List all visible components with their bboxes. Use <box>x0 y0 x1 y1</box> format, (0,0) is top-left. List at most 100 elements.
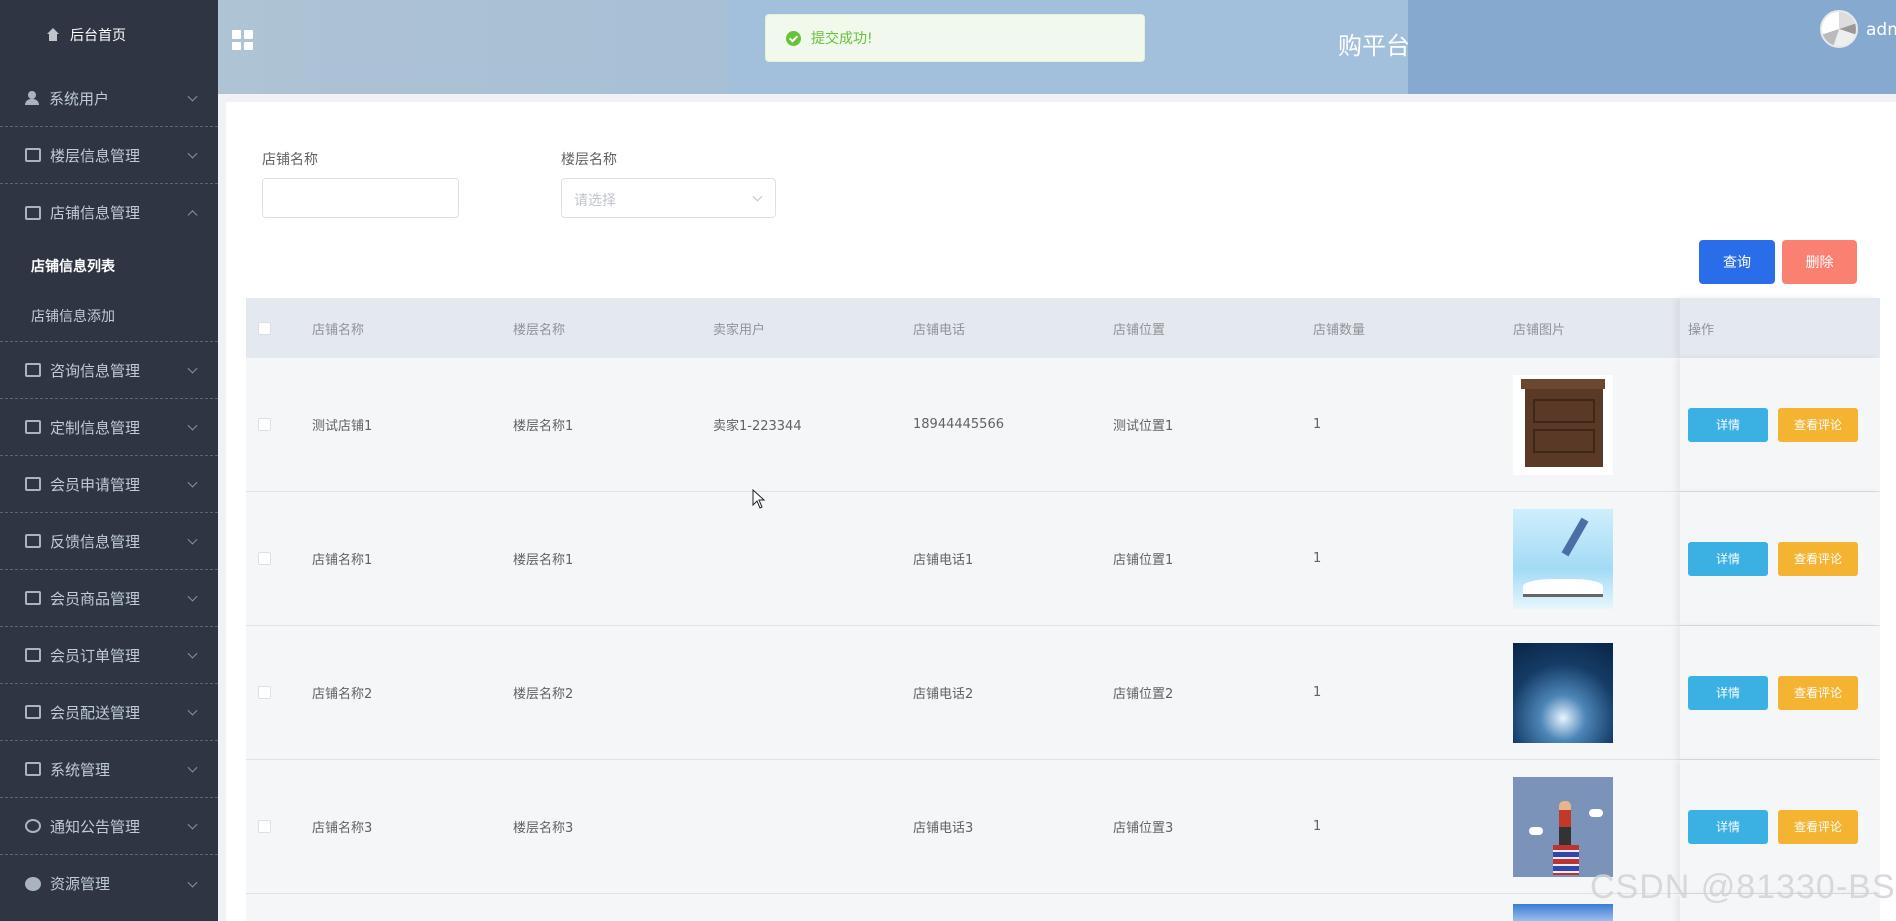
sidebar-item-floor[interactable]: 楼层信息管理 <box>0 127 218 184</box>
row-checkbox[interactable] <box>258 418 271 431</box>
sidebar-home-label: 后台首页 <box>70 28 126 44</box>
sidebar-item-label: 店铺信息管理 <box>50 204 141 222</box>
sidebar-item-label: 定制信息管理 <box>50 418 141 437</box>
row-checkbox[interactable] <box>258 686 271 699</box>
cell-count: 1 <box>1313 417 1322 432</box>
chevron-down-icon <box>187 420 198 431</box>
cell-count: 1 <box>1313 685 1322 700</box>
table-header: 店铺名称 楼层名称 卖家用户 店铺电话 店铺位置 店铺数量 店铺图片 操作 <box>246 298 1880 358</box>
sidebar-item-label: 系统管理 <box>50 760 111 779</box>
shop-image-lightbulb[interactable] <box>1513 642 1613 743</box>
cell-shop-name: 店铺名称2 <box>312 687 373 702</box>
column-header: 店铺数量 <box>1313 322 1366 338</box>
chevron-down-icon <box>187 591 198 602</box>
sidebar-item-resources[interactable]: 资源管理 <box>0 855 218 912</box>
document-icon <box>25 591 41 605</box>
chevron-down-icon <box>187 477 198 488</box>
row-checkbox[interactable] <box>258 820 271 833</box>
cell-phone: 店铺电话2 <box>913 687 974 702</box>
sidebar: 后台首页 系统用户 楼层信息管理 店铺信息管理 店铺信息列表 店铺信息添加 咨询… <box>0 0 218 921</box>
floor-select-placeholder: 请选择 <box>574 193 616 209</box>
delete-button[interactable]: 删除 <box>1782 240 1857 284</box>
cell-floor-name: 楼层名称1 <box>513 419 574 434</box>
document-icon <box>25 534 41 548</box>
success-check-icon <box>786 30 801 46</box>
menu-toggle-icon[interactable] <box>232 30 254 50</box>
chevron-down-icon <box>187 762 198 773</box>
sidebar-item-shop[interactable]: 店铺信息管理 <box>0 184 218 241</box>
column-header: 操作 <box>1688 322 1715 338</box>
sidebar-item-system-users[interactable]: 系统用户 <box>0 70 218 127</box>
cell-location: 店铺位置1 <box>1113 553 1174 568</box>
chevron-up-icon <box>187 209 198 220</box>
cell-count: 1 <box>1313 551 1322 566</box>
sidebar-item-feedback[interactable]: 反馈信息管理 <box>0 513 218 570</box>
column-header: 店铺图片 <box>1513 322 1566 338</box>
chevron-down-icon <box>187 534 198 545</box>
query-button[interactable]: 查询 <box>1699 240 1775 284</box>
shop-image-nightstand[interactable] <box>1513 374 1613 475</box>
cell-phone: 店铺电话1 <box>913 553 974 568</box>
cell-floor-name: 楼层名称1 <box>513 553 574 568</box>
floor-name-label: 楼层名称 <box>561 152 617 168</box>
sidebar-item-label: 通知公告管理 <box>50 817 141 836</box>
detail-button[interactable]: 详情 <box>1688 675 1768 710</box>
document-icon <box>25 705 41 719</box>
select-all-checkbox[interactable] <box>258 321 271 335</box>
sidebar-item-label: 反馈信息管理 <box>50 532 141 551</box>
floor-select[interactable]: 请选择 <box>561 178 776 218</box>
submenu-item-shop-list[interactable]: 店铺信息列表 <box>0 241 218 291</box>
chevron-down-icon <box>187 877 198 888</box>
cell-location: 测试位置1 <box>1113 419 1174 434</box>
sidebar-item-member-goods[interactable]: 会员商品管理 <box>0 570 218 627</box>
shop-name-label: 店铺名称 <box>262 152 318 168</box>
sidebar-item-consult[interactable]: 咨询信息管理 <box>0 342 218 399</box>
detail-button[interactable]: 详情 <box>1688 809 1768 844</box>
detail-button[interactable]: 详情 <box>1688 407 1768 442</box>
sidebar-item-member-delivery[interactable]: 会员配送管理 <box>0 684 218 741</box>
sidebar-item-notice[interactable]: 通知公告管理 <box>0 798 218 855</box>
view-reviews-button[interactable]: 查看评论 <box>1778 809 1858 844</box>
detail-button[interactable]: 详情 <box>1688 541 1768 576</box>
document-icon <box>25 363 41 377</box>
watermark: CSDN @81330-BS <box>1590 868 1896 906</box>
sidebar-item-label: 会员商品管理 <box>50 589 141 608</box>
row-checkbox[interactable] <box>258 552 271 565</box>
shop-name-input[interactable] <box>262 178 459 218</box>
chevron-down-icon <box>187 363 198 374</box>
view-reviews-button[interactable]: 查看评论 <box>1778 541 1858 576</box>
document-icon <box>25 420 41 434</box>
column-header: 楼层名称 <box>513 322 566 338</box>
sidebar-item-member-apply[interactable]: 会员申请管理 <box>0 456 218 513</box>
header-title: 购平台 <box>1338 32 1410 60</box>
chevron-down-icon <box>187 91 198 102</box>
document-icon <box>25 148 41 162</box>
cell-location: 店铺位置3 <box>1113 821 1174 836</box>
sidebar-item-label: 资源管理 <box>50 875 111 893</box>
shop-image-telescope-man[interactable] <box>1513 776 1613 877</box>
column-header: 店铺位置 <box>1113 322 1166 338</box>
submenu-item-shop-add[interactable]: 店铺信息添加 <box>0 291 218 341</box>
sidebar-item-custom[interactable]: 定制信息管理 <box>0 399 218 456</box>
document-icon <box>25 648 41 662</box>
sidebar-item-member-orders[interactable]: 会员订单管理 <box>0 627 218 684</box>
sidebar-item-label: 会员订单管理 <box>50 646 141 665</box>
column-header: 店铺电话 <box>913 322 966 338</box>
username[interactable]: admin <box>1866 20 1896 40</box>
location-icon <box>25 876 41 891</box>
chevron-down-icon <box>752 191 763 202</box>
view-reviews-button[interactable]: 查看评论 <box>1778 407 1858 442</box>
sidebar-item-system[interactable]: 系统管理 <box>0 741 218 798</box>
column-header: 店铺名称 <box>312 322 365 338</box>
sidebar-item-label: 系统用户 <box>49 89 110 108</box>
image-icon <box>25 762 41 776</box>
shop-image-open-book[interactable] <box>1513 508 1613 609</box>
view-reviews-button[interactable]: 查看评论 <box>1778 675 1858 710</box>
document-icon <box>25 477 41 491</box>
document-icon <box>25 205 41 220</box>
sidebar-home[interactable]: 后台首页 <box>0 0 218 70</box>
cell-floor-name: 楼层名称2 <box>513 687 574 702</box>
cell-location: 店铺位置2 <box>1113 687 1174 702</box>
avatar[interactable] <box>1820 10 1858 48</box>
sidebar-item-label: 楼层信息管理 <box>50 146 141 165</box>
